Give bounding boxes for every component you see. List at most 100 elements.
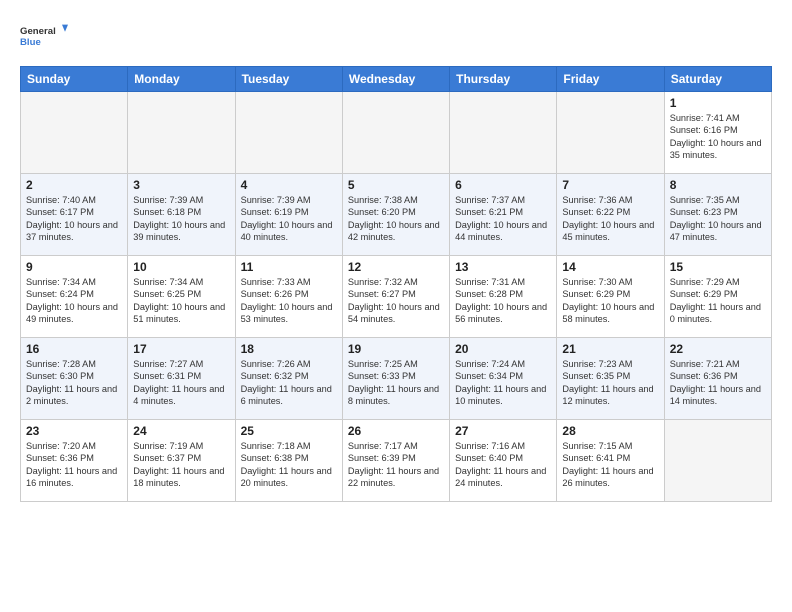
svg-text:Blue: Blue <box>20 37 41 48</box>
week-row-4: 16Sunrise: 7:28 AM Sunset: 6:30 PM Dayli… <box>21 338 772 420</box>
cell-3-0: 16Sunrise: 7:28 AM Sunset: 6:30 PM Dayli… <box>21 338 128 420</box>
day-info: Sunrise: 7:36 AM Sunset: 6:22 PM Dayligh… <box>562 194 658 244</box>
day-info: Sunrise: 7:21 AM Sunset: 6:36 PM Dayligh… <box>670 358 766 408</box>
header-friday: Friday <box>557 67 664 92</box>
day-number: 10 <box>133 260 229 274</box>
day-number: 14 <box>562 260 658 274</box>
week-row-2: 2 Sunrise: 7:40 AM Sunset: 6:17 PM Daylig… <box>21 174 772 256</box>
day-info: Sunrise: 7:32 AM Sunset: 6:27 PM Dayligh… <box>348 276 444 326</box>
day-number: 7 <box>562 178 658 192</box>
day-number: 18 <box>241 342 337 356</box>
cell-4-5: 28Sunrise: 7:15 AM Sunset: 6:41 PM Dayli… <box>557 420 664 502</box>
day-number: 25 <box>241 424 337 438</box>
day-info: Sunrise: 7:41 AM Sunset: 6:16 PM Dayligh… <box>670 112 766 162</box>
day-number: 21 <box>562 342 658 356</box>
svg-text:General: General <box>20 26 56 37</box>
day-number: 15 <box>670 260 766 274</box>
cell-4-6 <box>664 420 771 502</box>
cell-0-0 <box>21 92 128 174</box>
day-info: Sunrise: 7:30 AM Sunset: 6:29 PM Dayligh… <box>562 276 658 326</box>
week-row-1: 1 Sunrise: 7:41 AM Sunset: 6:16 PM Daylig… <box>21 92 772 174</box>
day-number: 22 <box>670 342 766 356</box>
day-number: 5 <box>348 178 444 192</box>
day-info: Sunrise: 7:39 AM Sunset: 6:19 PM Dayligh… <box>241 194 337 244</box>
cell-1-0: 2 Sunrise: 7:40 AM Sunset: 6:17 PM Daylig… <box>21 174 128 256</box>
day-number: 11 <box>241 260 337 274</box>
day-info: Sunrise: 7:24 AM Sunset: 6:34 PM Dayligh… <box>455 358 551 408</box>
day-number: 2 <box>26 178 122 192</box>
cell-0-1 <box>128 92 235 174</box>
day-number: 20 <box>455 342 551 356</box>
cell-4-3: 26Sunrise: 7:17 AM Sunset: 6:39 PM Dayli… <box>342 420 449 502</box>
day-info: Sunrise: 7:23 AM Sunset: 6:35 PM Dayligh… <box>562 358 658 408</box>
week-row-3: 9Sunrise: 7:34 AM Sunset: 6:24 PM Daylig… <box>21 256 772 338</box>
day-number: 17 <box>133 342 229 356</box>
cell-4-4: 27Sunrise: 7:16 AM Sunset: 6:40 PM Dayli… <box>450 420 557 502</box>
day-info: Sunrise: 7:39 AM Sunset: 6:18 PM Dayligh… <box>133 194 229 244</box>
cell-3-3: 19 Sunrise: 7:25 AM Sunset: 6:33 PM Dayli… <box>342 338 449 420</box>
day-info: Sunrise: 7:20 AM Sunset: 6:36 PM Dayligh… <box>26 440 122 490</box>
cell-3-4: 20 Sunrise: 7:24 AM Sunset: 6:34 PM Dayli… <box>450 338 557 420</box>
day-info: Sunrise: 7:40 AM Sunset: 6:17 PM Dayligh… <box>26 194 122 244</box>
header: General Blue <box>20 16 772 56</box>
header-monday: Monday <box>128 67 235 92</box>
day-number: 24 <box>133 424 229 438</box>
day-number: 6 <box>455 178 551 192</box>
day-info: Sunrise: 7:31 AM Sunset: 6:28 PM Dayligh… <box>455 276 551 326</box>
day-info: Sunrise: 7:25 AM Sunset: 6:33 PM Dayligh… <box>348 358 444 408</box>
logo: General Blue <box>20 16 68 56</box>
day-info: Sunrise: 7:37 AM Sunset: 6:21 PM Dayligh… <box>455 194 551 244</box>
cell-1-2: 4 Sunrise: 7:39 AM Sunset: 6:19 PM Daylig… <box>235 174 342 256</box>
day-number: 8 <box>670 178 766 192</box>
day-number: 23 <box>26 424 122 438</box>
week-row-5: 23 Sunrise: 7:20 AM Sunset: 6:36 PM Dayli… <box>21 420 772 502</box>
day-info: Sunrise: 7:29 AM Sunset: 6:29 PM Dayligh… <box>670 276 766 326</box>
cell-4-0: 23 Sunrise: 7:20 AM Sunset: 6:36 PM Dayli… <box>21 420 128 502</box>
header-sunday: Sunday <box>21 67 128 92</box>
day-number: 19 <box>348 342 444 356</box>
cell-2-3: 12 Sunrise: 7:32 AM Sunset: 6:27 PM Dayli… <box>342 256 449 338</box>
header-thursday: Thursday <box>450 67 557 92</box>
day-info: Sunrise: 7:35 AM Sunset: 6:23 PM Dayligh… <box>670 194 766 244</box>
calendar: SundayMondayTuesdayWednesdayThursdayFrid… <box>20 66 772 502</box>
day-number: 27 <box>455 424 551 438</box>
cell-2-1: 10 Sunrise: 7:34 AM Sunset: 6:25 PM Dayli… <box>128 256 235 338</box>
cell-1-1: 3 Sunrise: 7:39 AM Sunset: 6:18 PM Daylig… <box>128 174 235 256</box>
day-number: 4 <box>241 178 337 192</box>
cell-1-3: 5 Sunrise: 7:38 AM Sunset: 6:20 PM Daylig… <box>342 174 449 256</box>
day-info: Sunrise: 7:34 AM Sunset: 6:24 PM Dayligh… <box>26 276 122 326</box>
day-info: Sunrise: 7:26 AM Sunset: 6:32 PM Dayligh… <box>241 358 337 408</box>
day-info: Sunrise: 7:15 AM Sunset: 6:41 PM Dayligh… <box>562 440 658 490</box>
day-info: Sunrise: 7:18 AM Sunset: 6:38 PM Dayligh… <box>241 440 337 490</box>
cell-1-5: 7 Sunrise: 7:36 AM Sunset: 6:22 PM Daylig… <box>557 174 664 256</box>
calendar-header-row: SundayMondayTuesdayWednesdayThursdayFrid… <box>21 67 772 92</box>
day-number: 26 <box>348 424 444 438</box>
day-number: 16 <box>26 342 122 356</box>
day-info: Sunrise: 7:34 AM Sunset: 6:25 PM Dayligh… <box>133 276 229 326</box>
cell-1-6: 8 Sunrise: 7:35 AM Sunset: 6:23 PM Daylig… <box>664 174 771 256</box>
day-info: Sunrise: 7:38 AM Sunset: 6:20 PM Dayligh… <box>348 194 444 244</box>
cell-3-5: 21 Sunrise: 7:23 AM Sunset: 6:35 PM Dayli… <box>557 338 664 420</box>
cell-2-6: 15 Sunrise: 7:29 AM Sunset: 6:29 PM Dayli… <box>664 256 771 338</box>
cell-1-4: 6 Sunrise: 7:37 AM Sunset: 6:21 PM Daylig… <box>450 174 557 256</box>
cell-3-2: 18 Sunrise: 7:26 AM Sunset: 6:32 PM Dayli… <box>235 338 342 420</box>
cell-2-2: 11 Sunrise: 7:33 AM Sunset: 6:26 PM Dayli… <box>235 256 342 338</box>
cell-3-6: 22 Sunrise: 7:21 AM Sunset: 6:36 PM Dayli… <box>664 338 771 420</box>
day-number: 12 <box>348 260 444 274</box>
cell-4-2: 25 Sunrise: 7:18 AM Sunset: 6:38 PM Dayli… <box>235 420 342 502</box>
cell-0-2 <box>235 92 342 174</box>
cell-0-3 <box>342 92 449 174</box>
day-info: Sunrise: 7:33 AM Sunset: 6:26 PM Dayligh… <box>241 276 337 326</box>
cell-4-1: 24 Sunrise: 7:19 AM Sunset: 6:37 PM Dayli… <box>128 420 235 502</box>
logo-svg: General Blue <box>20 16 68 56</box>
cell-0-6: 1 Sunrise: 7:41 AM Sunset: 6:16 PM Daylig… <box>664 92 771 174</box>
cell-0-5 <box>557 92 664 174</box>
cell-0-4 <box>450 92 557 174</box>
header-tuesday: Tuesday <box>235 67 342 92</box>
day-number: 1 <box>670 96 766 110</box>
day-number: 3 <box>133 178 229 192</box>
day-info: Sunrise: 7:27 AM Sunset: 6:31 PM Dayligh… <box>133 358 229 408</box>
cell-2-5: 14 Sunrise: 7:30 AM Sunset: 6:29 PM Dayli… <box>557 256 664 338</box>
day-info: Sunrise: 7:19 AM Sunset: 6:37 PM Dayligh… <box>133 440 229 490</box>
cell-3-1: 17 Sunrise: 7:27 AM Sunset: 6:31 PM Dayli… <box>128 338 235 420</box>
